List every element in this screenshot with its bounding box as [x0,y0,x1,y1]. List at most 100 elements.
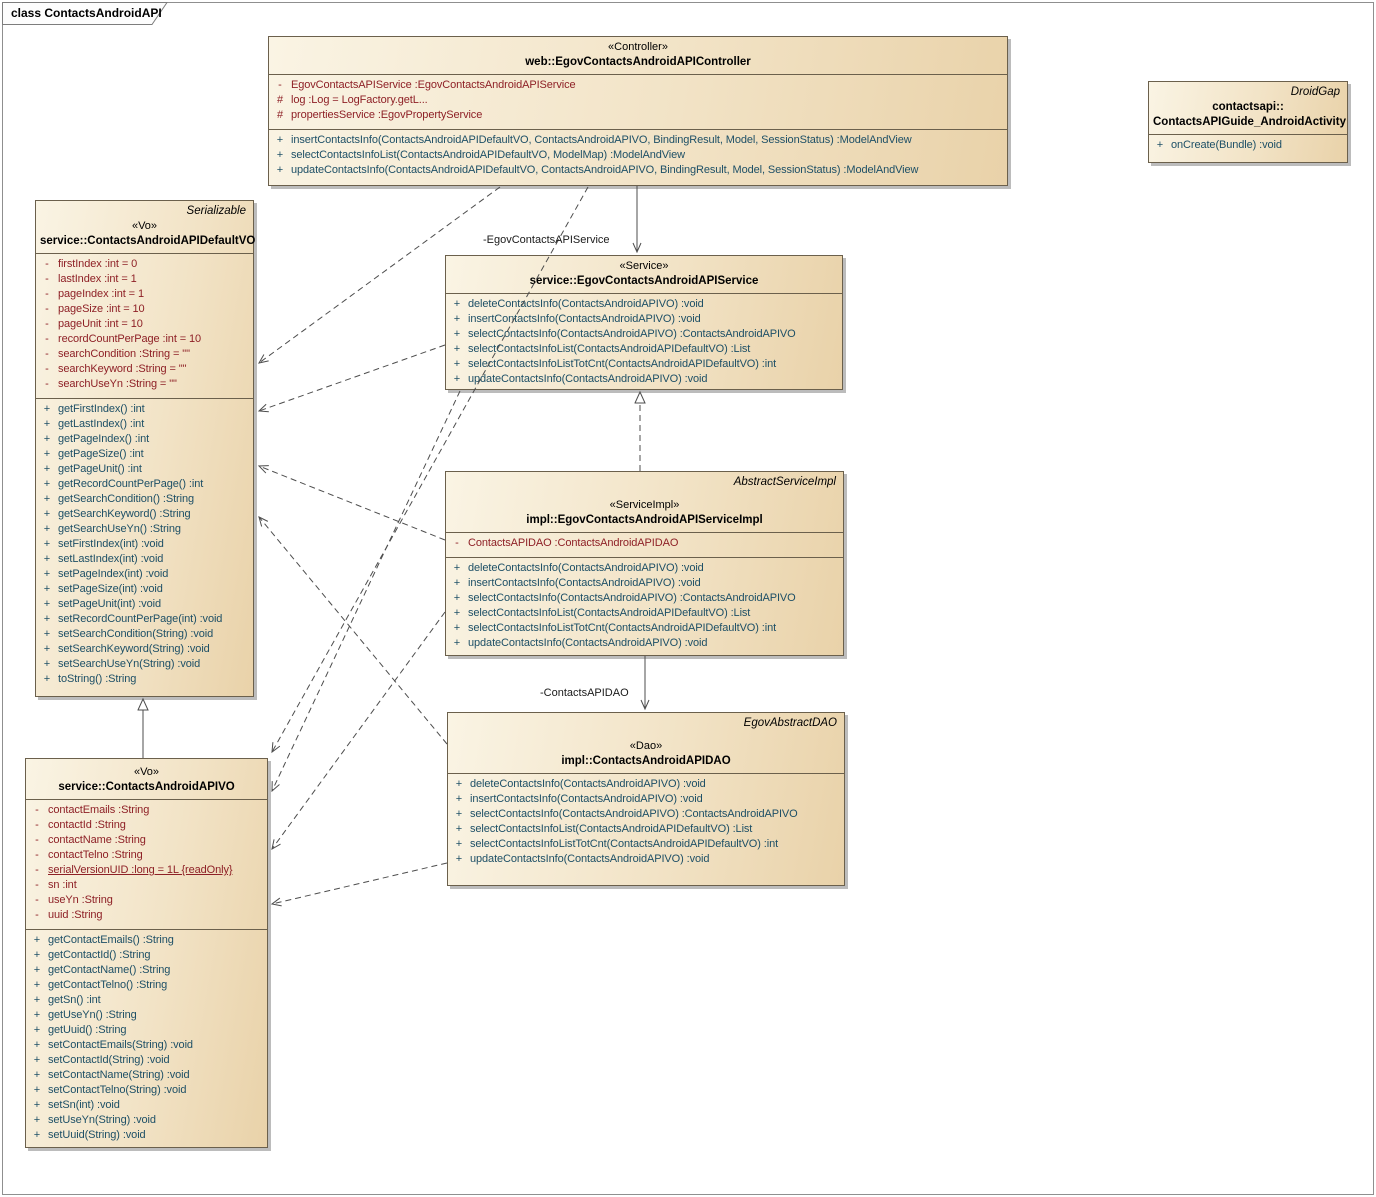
methods-section: +deleteContactsInfo(ContactsAndroidAPIVO… [446,294,842,393]
methods-section: +deleteContactsInfo(ContactsAndroidAPIVO… [448,774,844,885]
member-row: -lastIndex :int = 1 [36,272,251,287]
class-box-contactsandroidapidefaultvo[interactable]: Serializable «Vo» service::ContactsAndro… [35,200,254,697]
member-row: +setRecordCountPerPage(int) :void [36,612,251,627]
member-row: +setFirstIndex(int) :void [36,537,251,552]
member-row: -serialVersionUID :long = 1L {readOnly} [26,863,265,878]
member-row: +onCreate(Bundle) :void [1149,138,1345,153]
member-row: -contactName :String [26,833,265,848]
member-row: -EgovContactsAPIService :EgovContactsAnd… [269,78,1005,93]
diagram-tab-label: class ContactsAndroidAPI [11,6,162,20]
class-name: service::ContactsAndroidAPIVO [30,780,263,795]
member-row: +deleteContactsInfo(ContactsAndroidAPIVO… [448,777,842,792]
diagram-tab: class ContactsAndroidAPI [2,2,182,26]
member-row: -firstIndex :int = 0 [36,257,251,272]
member-row: -pageUnit :int = 10 [36,317,251,332]
class-name: impl::ContactsAndroidAPIDAO [452,754,840,769]
member-row: +setSearchKeyword(String) :void [36,642,251,657]
member-row: +getSearchUseYn() :String [36,522,251,537]
member-row: +updateContactsInfo(ContactsAndroidAPIVO… [448,852,842,867]
member-row: +getContactTelno() :String [26,978,265,993]
member-row: +getSn() :int [26,993,265,1008]
class-header: Serializable «Vo» service::ContactsAndro… [36,201,253,254]
member-row: +selectContactsInfoListTotCnt(ContactsAn… [448,837,842,852]
member-row: +setUseYn(String) :void [26,1113,265,1128]
association-label-contactsapidao: -ContactsAPIDAO [540,687,629,699]
class-stereotype: «Service» [450,259,838,274]
methods-section: +getFirstIndex() :int+getLastIndex() :in… [36,399,253,696]
member-row: +updateContactsInfo(ContactsAndroidAPIVO… [446,372,840,387]
member-row: +selectContactsInfoList(ContactsAndroidA… [446,342,840,357]
member-row: +selectContactsInfo(ContactsAndroidAPIVO… [446,591,841,606]
member-row: -uuid :String [26,908,265,923]
member-row: -searchCondition :String = "" [36,347,251,362]
methods-section: +getContactEmails() :String+getContactId… [26,930,267,1149]
member-row: #propertiesService :EgovPropertyService [269,108,1005,123]
member-row: +getSearchKeyword() :String [36,507,251,522]
attributes-section: -contactEmails :String-contactId :String… [26,800,267,930]
class-header: «Controller» web::EgovContactsAndroidAPI… [269,37,1007,75]
association-label-egovcontactsapiservice: -EgovContactsAPIService [483,234,610,246]
class-box-contactsandroidapidao[interactable]: EgovAbstractDAO «Dao» impl::ContactsAndr… [447,712,845,886]
member-row: +deleteContactsInfo(ContactsAndroidAPIVO… [446,297,840,312]
class-parent-label: Serializable [40,204,249,219]
class-parent-label: DroidGap [1153,85,1343,100]
member-row: -searchKeyword :String = "" [36,362,251,377]
class-name: web::EgovContactsAndroidAPIController [273,55,1003,70]
class-header: EgovAbstractDAO «Dao» impl::ContactsAndr… [448,713,844,774]
member-row: +getLastIndex() :int [36,417,251,432]
class-header: DroidGap contactsapi:: ContactsAPIGuide_… [1149,82,1347,135]
member-row: +getUseYn() :String [26,1008,265,1023]
class-parent-label: AbstractServiceImpl [450,475,839,490]
member-row: +setSn(int) :void [26,1098,265,1113]
member-row: +setUuid(String) :void [26,1128,265,1143]
class-box-contactsapiguide-androidactivity[interactable]: DroidGap contactsapi:: ContactsAPIGuide_… [1148,81,1348,163]
class-box-egovcontactsandroidapiservice[interactable]: «Service» service::EgovContactsAndroidAP… [445,255,843,390]
class-stereotype: «Dao» [452,739,840,754]
member-row: -ContactsAPIDAO :ContactsAndroidAPIDAO [446,536,841,551]
member-row: +selectContactsInfo(ContactsAndroidAPIVO… [446,327,840,342]
methods-section: +deleteContactsInfo(ContactsAndroidAPIVO… [446,558,843,657]
class-box-controller[interactable]: «Controller» web::EgovContactsAndroidAPI… [268,36,1008,186]
member-row: +getRecordCountPerPage() :int [36,477,251,492]
member-row: +updateContactsInfo(ContactsAndroidAPIVO… [446,636,841,651]
class-name-line2: ContactsAPIGuide_AndroidActivity [1153,115,1343,130]
class-box-contactsandroidapivo[interactable]: «Vo» service::ContactsAndroidAPIVO -cont… [25,758,268,1148]
member-row: +setSearchCondition(String) :void [36,627,251,642]
member-row: +insertContactsInfo(ContactsAndroidAPIVO… [446,312,840,327]
member-row: +deleteContactsInfo(ContactsAndroidAPIVO… [446,561,841,576]
class-stereotype: «Controller» [273,40,1003,55]
class-name-line1: contactsapi:: [1153,100,1343,115]
member-row: +selectContactsInfoList(ContactsAndroidA… [446,606,841,621]
class-box-egovcontactsandroidapiserviceimpl[interactable]: AbstractServiceImpl «ServiceImpl» impl::… [445,471,844,656]
class-name: service::ContactsAndroidAPIDefaultVO [40,234,249,249]
member-row: +getFirstIndex() :int [36,402,251,417]
attributes-section: -EgovContactsAPIService :EgovContactsAnd… [269,75,1007,130]
methods-section: +onCreate(Bundle) :void [1149,135,1347,162]
member-row: +selectContactsInfoListTotCnt(ContactsAn… [446,621,841,636]
member-row: +getPageUnit() :int [36,462,251,477]
attributes-section: -firstIndex :int = 0-lastIndex :int = 1 -… [36,254,253,399]
member-row: +getPageIndex() :int [36,432,251,447]
member-row: +insertContactsInfo(ContactsAndroidAPIVO… [446,576,841,591]
member-row: +getUuid() :String [26,1023,265,1038]
class-parent-label: EgovAbstractDAO [452,716,840,731]
member-row: +selectContactsInfoListTotCnt(ContactsAn… [446,357,840,372]
member-row: +setLastIndex(int) :void [36,552,251,567]
member-row: +insertContactsInfo(ContactsAndroidAPIVO… [448,792,842,807]
member-row: -contactEmails :String [26,803,265,818]
member-row: +setContactName(String) :void [26,1068,265,1083]
member-row: +setPageUnit(int) :void [36,597,251,612]
member-row: -pageSize :int = 10 [36,302,251,317]
member-row: +getContactName() :String [26,963,265,978]
member-row: -contactTelno :String [26,848,265,863]
member-row: +getContactEmails() :String [26,933,265,948]
class-name: impl::EgovContactsAndroidAPIServiceImpl [450,513,839,528]
member-row: +getSearchCondition() :String [36,492,251,507]
member-row: +selectContactsInfoList(ContactsAndroidA… [448,822,842,837]
member-row: +insertContactsInfo(ContactsAndroidAPIDe… [269,133,1005,148]
member-row: +getContactId() :String [26,948,265,963]
class-stereotype: «Vo» [40,219,249,234]
attributes-section: -ContactsAPIDAO :ContactsAndroidAPIDAO [446,533,843,558]
class-header: «Service» service::EgovContactsAndroidAP… [446,256,842,294]
class-stereotype: «ServiceImpl» [450,498,839,513]
